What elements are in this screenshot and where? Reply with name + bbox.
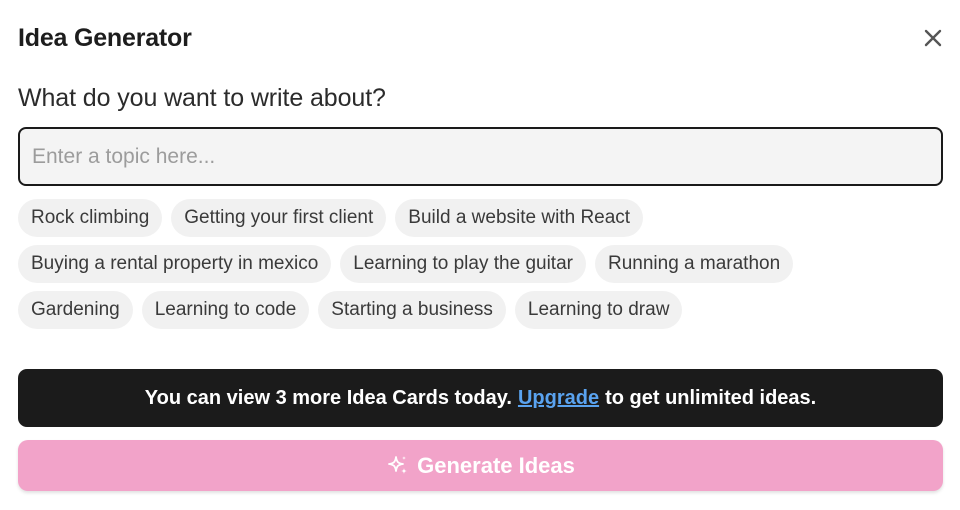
banner-text-after: to get unlimited ideas. [605, 386, 817, 409]
upgrade-banner: You can view 3 more Idea Cards today. Up… [18, 369, 943, 427]
suggestion-chip[interactable]: Getting your first client [171, 199, 387, 237]
chip-row: Rock climbing Getting your first client … [18, 199, 943, 237]
topic-input[interactable] [18, 127, 943, 186]
topic-question: What do you want to write about? [18, 84, 386, 112]
suggestion-chip[interactable]: Running a marathon [594, 245, 794, 283]
sparkle-icon [386, 454, 410, 478]
modal-title: Idea Generator [18, 23, 192, 52]
suggestion-chip[interactable]: Learning to code [141, 291, 310, 329]
close-icon [924, 29, 942, 47]
suggestion-chip[interactable]: Gardening [18, 291, 133, 329]
idea-generator-modal: Idea Generator What do you want to write… [0, 0, 960, 510]
generate-ideas-label: Generate Ideas [417, 452, 575, 478]
generate-ideas-button[interactable]: Generate Ideas [18, 440, 943, 491]
modal-header: Idea Generator [18, 18, 942, 58]
chip-row: Buying a rental property in mexico Learn… [18, 245, 943, 283]
suggestion-chip[interactable]: Buying a rental property in mexico [18, 245, 332, 283]
upgrade-link[interactable]: Upgrade [518, 387, 599, 410]
suggestion-chip[interactable]: Build a website with React [395, 199, 644, 237]
suggestion-chip[interactable]: Learning to play the guitar [340, 245, 586, 283]
close-button[interactable] [916, 21, 950, 55]
suggestion-chip[interactable]: Starting a business [318, 291, 506, 329]
suggestion-chips: Rock climbing Getting your first client … [18, 199, 943, 337]
banner-text-before: You can view 3 more Idea Cards today. [144, 386, 512, 409]
suggestion-chip[interactable]: Learning to draw [514, 291, 683, 329]
suggestion-chip[interactable]: Rock climbing [18, 199, 163, 237]
chip-row: Gardening Learning to code Starting a bu… [18, 291, 943, 329]
